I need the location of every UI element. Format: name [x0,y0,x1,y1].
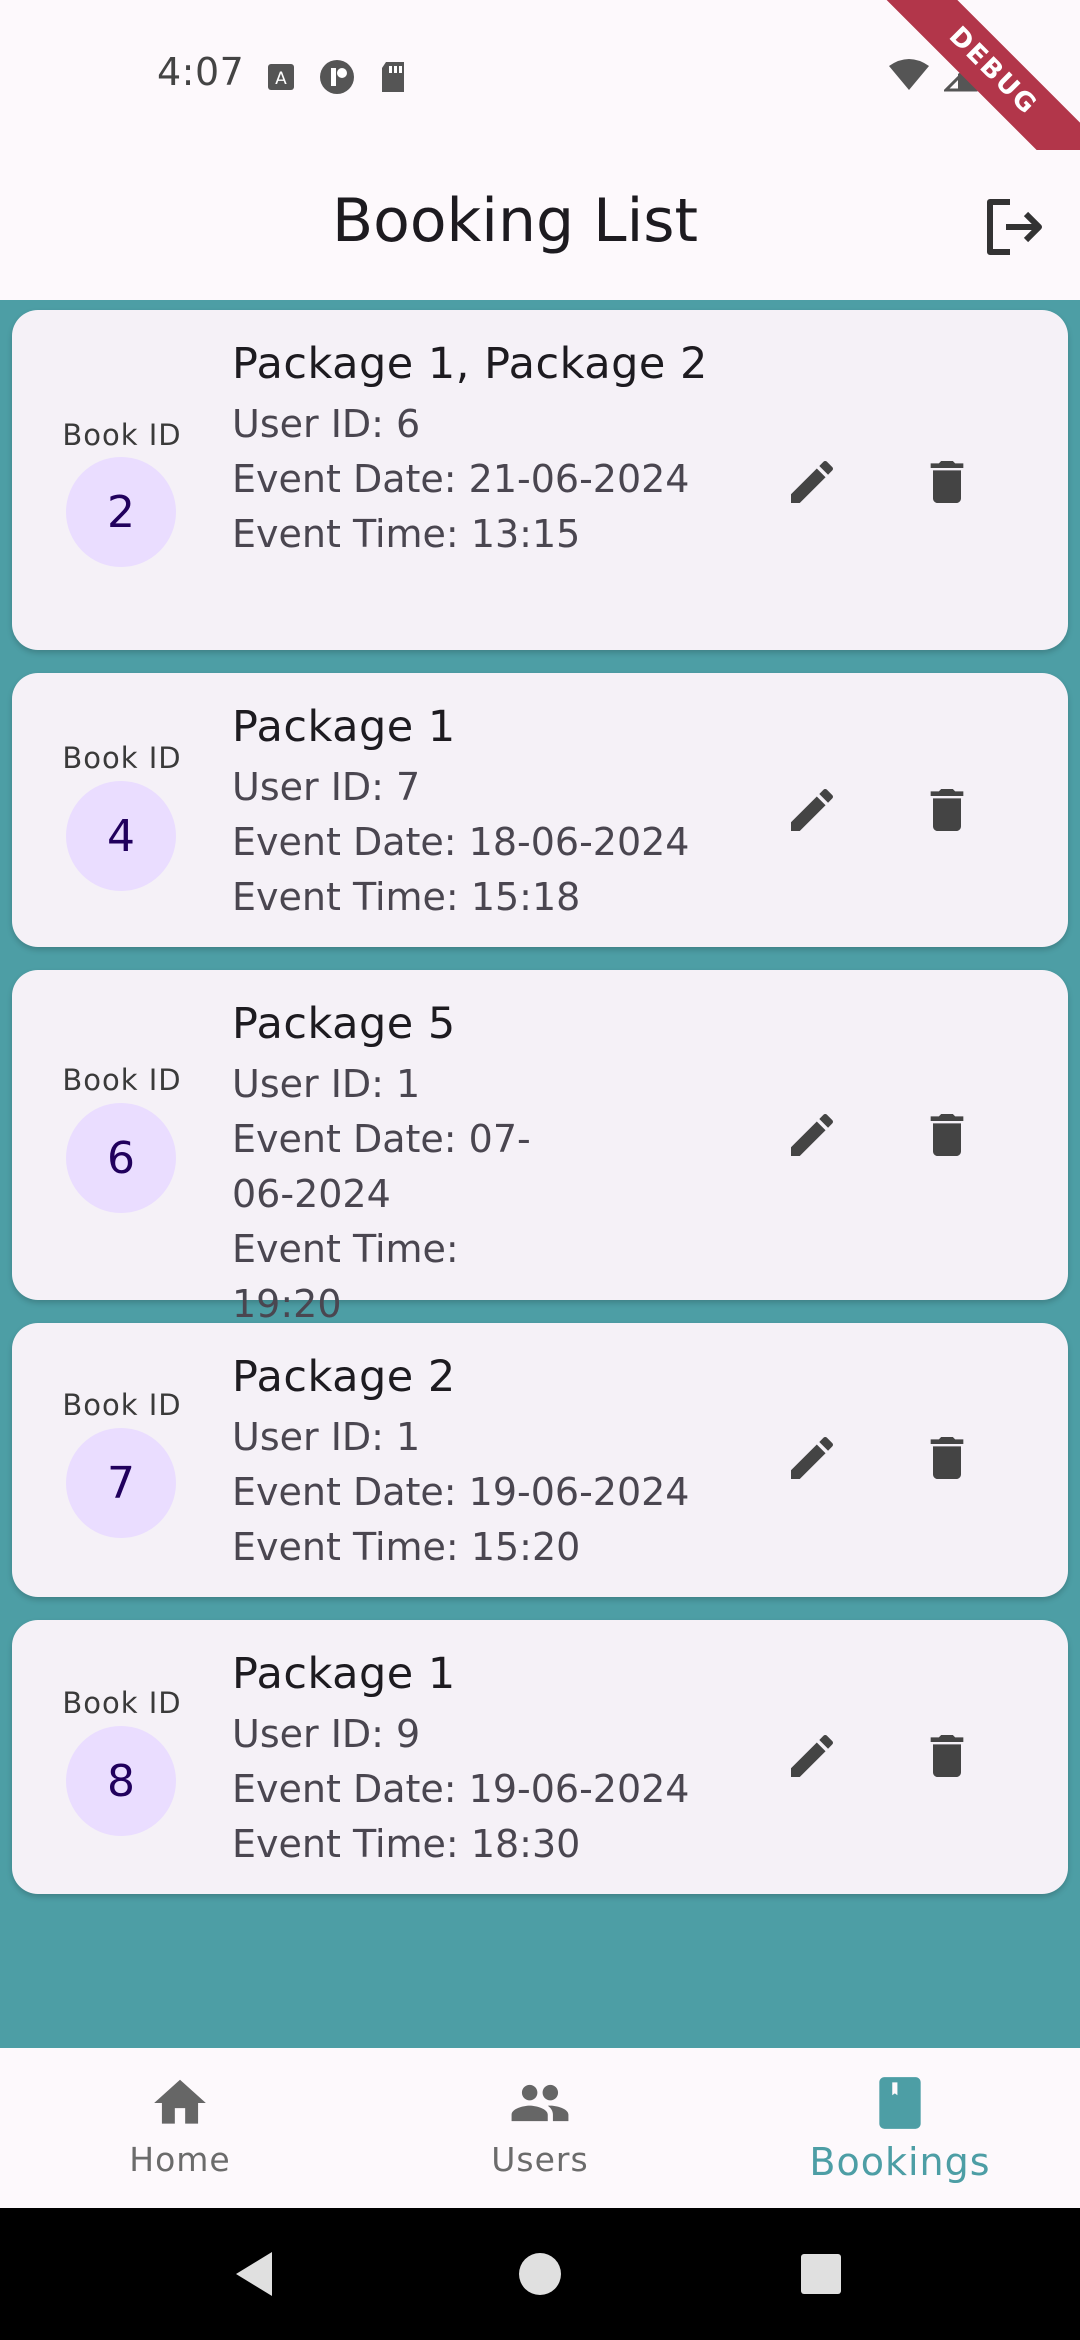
circle-app-icon [318,58,356,100]
book-id-label: Book ID [62,1063,182,1097]
booking-details: Package 1, Package 2 User ID: 6 Event Da… [232,332,712,562]
booking-user-id: User ID: 9 [232,1712,421,1756]
pencil-icon [791,1436,834,1479]
status-left-icons: A [266,58,408,100]
booking-packages: Package 1 [232,1649,456,1699]
nav-label-home: Home [129,2140,231,2179]
wifi-icon [888,58,930,96]
booking-event-date: Event Date: 18-06-2024 [232,820,690,864]
booking-user-id: User ID: 1 [232,1415,421,1459]
booking-user-id: User ID: 6 [232,402,421,446]
delete-button[interactable] [907,1716,987,1796]
pencil-icon [791,1734,834,1777]
sd-card-icon [378,60,408,98]
nav-item-home[interactable]: Home [0,2048,360,2208]
pencil-icon [791,788,834,831]
edit-button[interactable] [772,1095,852,1175]
app-bar: Booking List [0,150,1080,300]
booking-details: Package 1 User ID: 7 Event Date: 18-06-2… [232,695,712,925]
booking-event-time: Event Time: 13:15 [232,512,581,556]
nav-item-users[interactable]: Users [360,2048,720,2208]
booking-event-time: Event Time: 15:18 [232,875,581,919]
booking-event-date: Event Date: 07-06-2024 [232,1117,531,1216]
booking-card: Book ID 6 Package 5 User ID: 1 Event Dat… [12,970,1068,1326]
book-id-badge: 6 [66,1103,176,1213]
book-id-label: Book ID [62,418,182,452]
trash-icon [930,789,964,831]
booking-list[interactable]: Book ID 2 Package 1, Package 2 User ID: … [0,300,1080,2048]
booking-card: Book ID 2 Package 1, Package 2 User ID: … [12,310,1068,650]
logout-icon [987,199,1042,255]
text-a-icon: A [266,62,296,96]
status-bar: 4:07 A DEBUG [0,0,1080,206]
pencil-icon [791,1113,834,1156]
nav-item-bookings[interactable]: Bookings [720,2048,1080,2208]
book-id-label: Book ID [62,741,182,775]
delete-button[interactable] [907,1095,987,1175]
recents-icon[interactable] [800,2253,842,2299]
trash-icon [930,461,964,503]
status-time: 4:07 [157,50,245,94]
page-title: Booking List [331,186,699,256]
book-id-label: Book ID [62,1686,182,1720]
bookmark-book-icon [879,2077,921,2129]
home-icon [154,2079,206,2124]
book-id-badge: 4 [66,781,176,891]
delete-button[interactable] [907,442,987,522]
booking-packages: Package 1, Package 2 [232,339,708,389]
edit-button[interactable] [772,770,852,850]
book-id-badge: 7 [66,1428,176,1538]
bottom-nav: Home Users Bookings [0,2048,1080,2208]
booking-user-id: User ID: 7 [232,765,421,809]
booking-event-time: Event Time: 18:30 [232,1822,581,1866]
book-id-label: Book ID [62,1388,182,1422]
nav-label-bookings: Bookings [809,2140,991,2184]
delete-button[interactable] [907,1418,987,1498]
booking-event-date: Event Date: 19-06-2024 [232,1470,690,1514]
home-circle-icon[interactable] [518,2252,562,2300]
delete-button[interactable] [907,770,987,850]
back-icon[interactable] [232,2250,276,2302]
trash-icon [930,1437,964,1479]
trash-icon [930,1735,964,1777]
booking-event-time: Event Time: 15:20 [232,1525,581,1569]
pencil-icon [791,460,834,503]
people-icon [511,2084,569,2122]
logout-button[interactable] [980,192,1050,262]
booking-details: Package 5 User ID: 1 Event Date: 07-06-2… [232,992,562,1332]
booking-event-date: Event Date: 19-06-2024 [232,1767,690,1811]
booking-packages: Package 2 [232,1352,456,1402]
booking-event-time: Event Time: 19:20 [232,1227,459,1326]
booking-details: Package 2 User ID: 1 Event Date: 19-06-2… [232,1345,712,1575]
nav-label-users: Users [491,2140,589,2179]
edit-button[interactable] [772,1418,852,1498]
booking-user-id: User ID: 1 [232,1062,421,1106]
booking-packages: Package 5 [232,999,456,1049]
trash-icon [930,1114,964,1156]
svg-text:A: A [275,69,287,89]
edit-button[interactable] [772,1716,852,1796]
system-nav-bar [0,2208,1080,2340]
booking-card: Book ID 8 Package 1 User ID: 9 Event Dat… [12,1620,1068,1894]
booking-packages: Package 1 [232,702,456,752]
booking-event-date: Event Date: 21-06-2024 [232,457,690,501]
booking-details: Package 1 User ID: 9 Event Date: 19-06-2… [232,1642,712,1872]
booking-card: Book ID 4 Package 1 User ID: 7 Event Dat… [12,673,1068,947]
book-id-badge: 2 [66,457,176,567]
edit-button[interactable] [772,442,852,522]
booking-card: Book ID 7 Package 2 User ID: 1 Event Dat… [12,1323,1068,1597]
book-id-badge: 8 [66,1726,176,1836]
